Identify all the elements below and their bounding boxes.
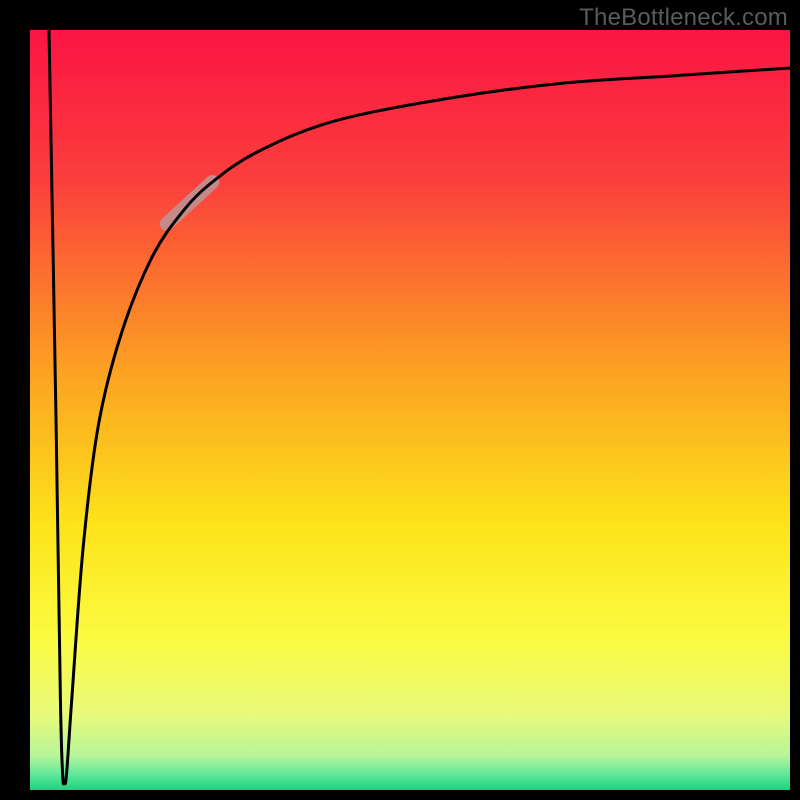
- bottleneck-chart: [0, 0, 800, 800]
- plot-background: [30, 30, 790, 790]
- chart-root: TheBottleneck.com: [0, 0, 800, 800]
